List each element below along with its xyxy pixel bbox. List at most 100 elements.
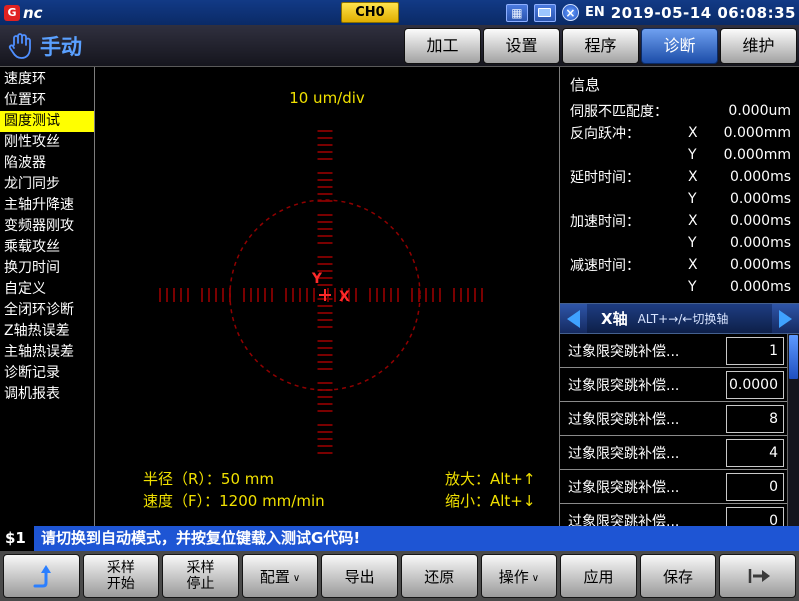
info-row: 反向跃冲： X 0.000mm (570, 122, 791, 144)
brand-logo-text: nc (23, 4, 43, 22)
return-arrow-icon (28, 562, 54, 590)
roundness-plot: Y X 10 um/div 半径（R）：50 mm 速度（F）：1200 mm/… (95, 67, 560, 526)
export-button[interactable]: 导出 (321, 554, 398, 598)
status-bar: $1 请切换到自动模式，并按复位键载入测试G代码! (0, 526, 799, 551)
table-row[interactable]: 过象限突跳补偿... 1 (560, 334, 787, 368)
restore-button[interactable]: 还原 (401, 554, 478, 598)
prev-axis-button[interactable] (560, 304, 587, 333)
right-arrow-icon (779, 310, 792, 328)
sidebar-item-position-loop[interactable]: 位置环 (0, 90, 94, 111)
info-row: 减速时间： X 0.000ms (570, 254, 791, 276)
topbar-right: ▦ × EN 2019-05-14 06:08:35 (506, 0, 796, 25)
sample-stop-button[interactable]: 采样 停止 (162, 554, 239, 598)
sidebar-item-spindle-thermal-error[interactable]: 主轴热误差 (0, 342, 94, 363)
tab-program[interactable]: 程序 (562, 28, 639, 64)
sidebar-item-closedloop-diag[interactable]: 全闭环诊断 (0, 300, 94, 321)
hand-icon (6, 31, 33, 61)
param-value[interactable]: 1 (726, 337, 784, 365)
parameter-table: 过象限突跳补偿... 1 过象限突跳补偿... 0.0000 过象限突跳补偿..… (560, 334, 799, 526)
sidebar: 速度环 位置环 圆度测试 刚性攻丝 陷波器 龙门同步 主轴升降速 变频器刚攻 乘… (0, 67, 95, 526)
info-row: Y 0.000mm (570, 144, 791, 166)
tab-diagnosis[interactable]: 诊断 (641, 28, 718, 64)
param-value[interactable]: 0 (726, 507, 784, 527)
tab-bar: 加工 设置 程序 诊断 维护 (404, 28, 797, 64)
x-axis-label: X (339, 289, 350, 305)
axis-switch-bar: X轴 ALT+→/←切换轴 (560, 303, 799, 334)
sample-start-button[interactable]: 采样 开始 (83, 554, 160, 598)
tab-maintenance[interactable]: 维护 (720, 28, 797, 64)
current-axis-label: X轴 (601, 308, 628, 329)
header-bar: 手动 加工 设置 程序 诊断 维护 (0, 25, 799, 67)
brand-logo-icon: G (4, 5, 20, 21)
sidebar-item-toolchange-time[interactable]: 换刀时间 (0, 258, 94, 279)
sidebar-item-rigid-tapping[interactable]: 刚性攻丝 (0, 132, 94, 153)
sidebar-item-roundness-test[interactable]: 圆度测试 (0, 111, 94, 132)
operate-button[interactable]: 操作 ∨ (481, 554, 558, 598)
return-button[interactable] (3, 554, 80, 598)
left-arrow-icon (567, 310, 580, 328)
param-value[interactable]: 4 (726, 439, 784, 467)
table-row[interactable]: 过象限突跳补偿... 0.0000 (560, 368, 787, 402)
info-row: Y 0.000ms (570, 276, 791, 298)
info-row: 伺服不匹配度： 0.000um (570, 100, 791, 122)
info-panel: 信息 伺服不匹配度： 0.000um 反向跃冲： X 0.000mm Y 0.0… (560, 67, 799, 526)
content-area: 速度环 位置环 圆度测试 刚性攻丝 陷波器 龙门同步 主轴升降速 变频器刚攻 乘… (0, 67, 799, 526)
info-rows: 伺服不匹配度： 0.000um 反向跃冲： X 0.000mm Y 0.000m… (560, 100, 799, 298)
next-axis-button[interactable] (772, 304, 799, 333)
scrollbar-thumb[interactable] (789, 335, 798, 379)
sidebar-item-inverter-tapping[interactable]: 变频器刚攻 (0, 216, 94, 237)
table-row[interactable]: 过象限突跳补偿... 0 (560, 470, 787, 504)
keyboard-icon[interactable]: ▦ (506, 4, 528, 22)
next-page-arrow-icon (744, 565, 772, 587)
topbar: G nc CH0 ▦ × EN 2019-05-14 06:08:35 (0, 0, 799, 25)
save-button[interactable]: 保存 (640, 554, 717, 598)
param-value[interactable]: 0.0000 (726, 371, 784, 399)
param-value[interactable]: 0 (726, 473, 784, 501)
scale-label: 10 um/div (95, 89, 559, 107)
table-scrollbar[interactable] (787, 334, 799, 526)
next-page-button[interactable] (719, 554, 796, 598)
sidebar-item-custom[interactable]: 自定义 (0, 279, 94, 300)
status-message: 请切换到自动模式，并按复位键载入测试G代码! (34, 526, 799, 551)
info-row: Y 0.000ms (570, 232, 791, 254)
zoom-out-hint: 缩小：Alt+↓ (445, 490, 535, 512)
mode-label: 手动 (40, 31, 82, 61)
sidebar-item-z-thermal-error[interactable]: Z轴热误差 (0, 321, 94, 342)
info-row: 加速时间： X 0.000ms (570, 210, 791, 232)
info-panel-title: 信息 (560, 67, 799, 100)
dropdown-caret-icon: ∨ (532, 573, 539, 584)
brand-logo: G nc (4, 4, 43, 22)
language-indicator[interactable]: EN (585, 5, 605, 20)
apply-button[interactable]: 应用 (560, 554, 637, 598)
info-row: 延时时间： X 0.000ms (570, 166, 791, 188)
cnc-screen: G nc CH0 ▦ × EN 2019-05-14 06:08:35 手动 加… (0, 0, 799, 601)
zoom-in-hint: 放大：Alt+↑ (445, 468, 535, 490)
sidebar-item-tuning-report[interactable]: 调机报表 (0, 384, 94, 405)
tab-machining[interactable]: 加工 (404, 28, 481, 64)
sidebar-item-load-tapping[interactable]: 乘载攻丝 (0, 237, 94, 258)
tab-settings[interactable]: 设置 (483, 28, 560, 64)
config-button[interactable]: 配置 ∨ (242, 554, 319, 598)
sidebar-item-diagnosis-record[interactable]: 诊断记录 (0, 363, 94, 384)
dropdown-caret-icon: ∨ (293, 573, 300, 584)
y-axis-label: Y (311, 271, 323, 287)
sidebar-item-gantry-sync[interactable]: 龙门同步 (0, 174, 94, 195)
function-key-bar: 采样 开始 采样 停止 配置 ∨ 导出 还原 操作 ∨ 应用 保存 (0, 551, 799, 601)
channel-badge[interactable]: CH0 (341, 2, 399, 23)
monitor-icon[interactable] (534, 4, 556, 22)
grid-glyph: ▦ (511, 7, 522, 19)
axis-switch-hint: ALT+→/←切换轴 (638, 310, 772, 327)
mode-indicator: 手动 (6, 31, 82, 61)
info-row: Y 0.000ms (570, 188, 791, 210)
datetime: 2019-05-14 06:08:35 (611, 4, 796, 22)
table-row[interactable]: 过象限突跳补偿... 4 (560, 436, 787, 470)
sidebar-item-speed-loop[interactable]: 速度环 (0, 69, 94, 90)
table-row[interactable]: 过象限突跳补偿... 0 (560, 504, 787, 526)
param-value[interactable]: 8 (726, 405, 784, 433)
sidebar-item-spindle-accel[interactable]: 主轴升降速 (0, 195, 94, 216)
speed-label: 速度（F）：1200 mm/min (143, 490, 325, 512)
sidebar-item-notch-filter[interactable]: 陷波器 (0, 153, 94, 174)
table-row[interactable]: 过象限突跳补偿... 8 (560, 402, 787, 436)
channel-indicator: $1 (0, 526, 34, 551)
close-icon[interactable]: × (562, 4, 579, 21)
